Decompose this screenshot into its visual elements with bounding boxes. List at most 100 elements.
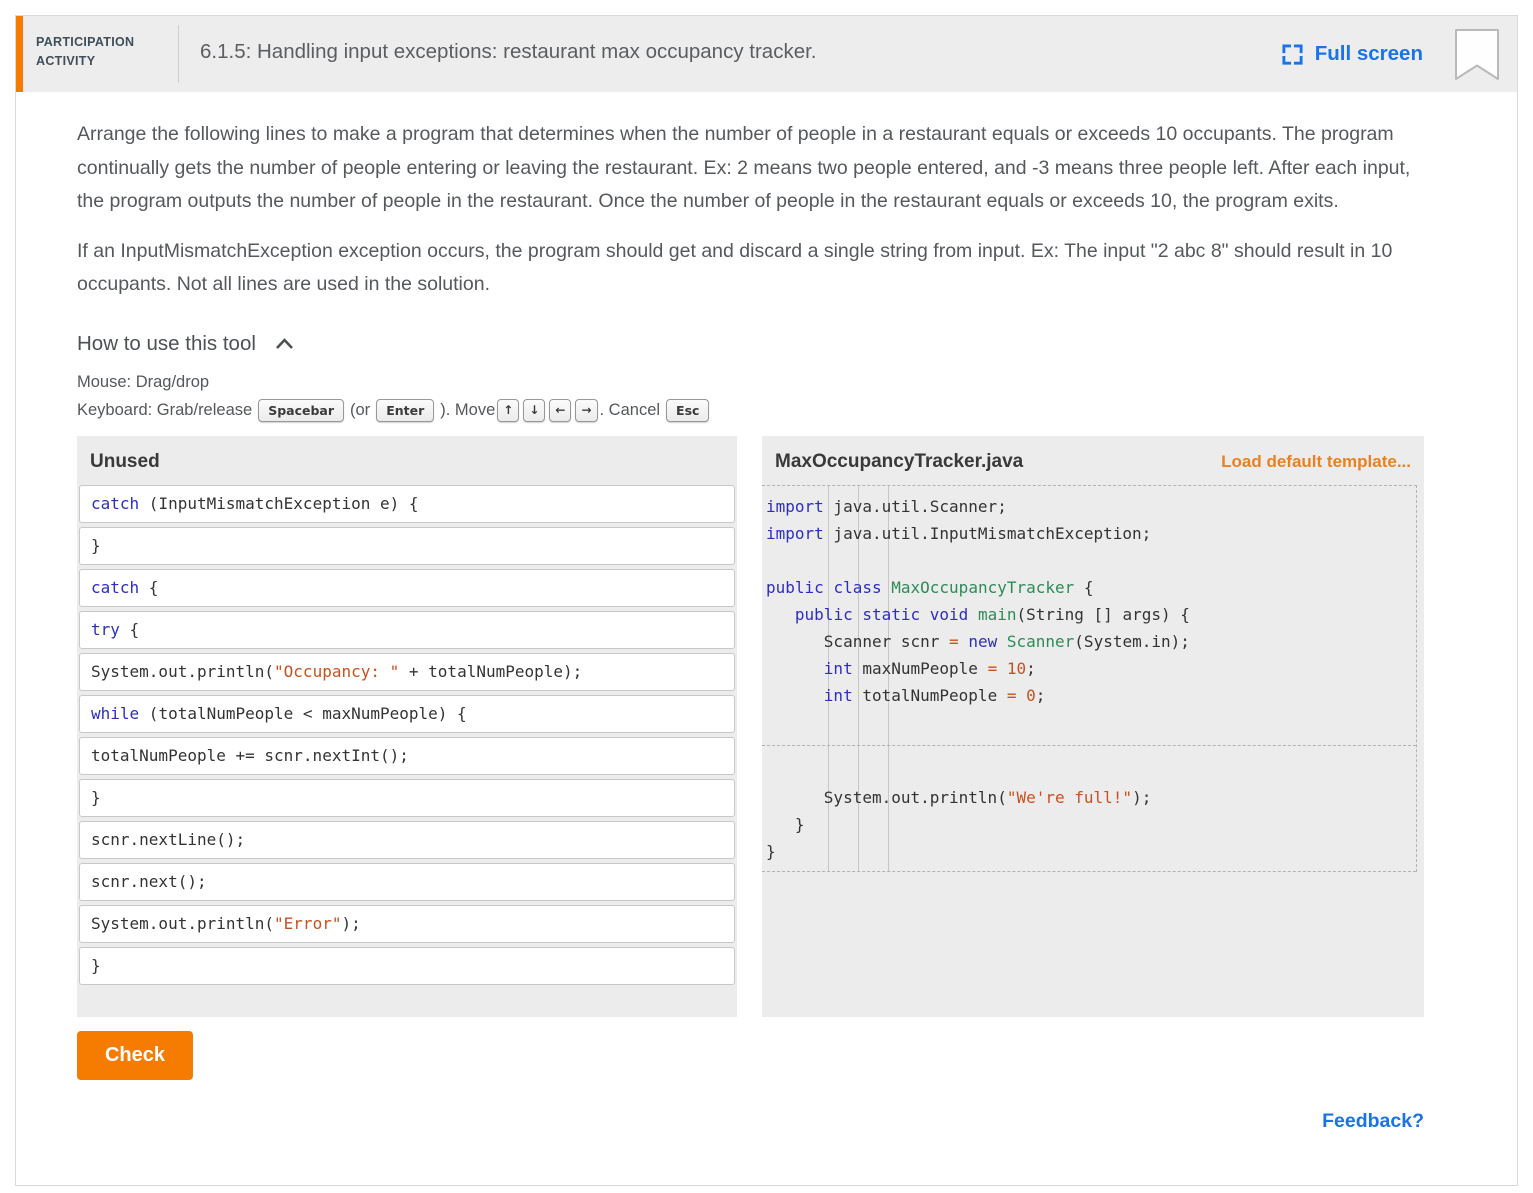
keyboard-help-cancel: . Cancel <box>599 400 661 419</box>
activity-body: Arrange the following lines to make a pr… <box>16 92 1517 1143</box>
instructions-paragraph-2: If an InputMismatchException exception o… <box>77 239 1393 296</box>
code-token-kw: void <box>929 604 969 624</box>
template-code-line: int maxNumPeople = 10; <box>766 655 1416 682</box>
enter-key: Enter <box>376 398 435 422</box>
check-button[interactable]: Check <box>77 1030 193 1080</box>
dropzone-region-2[interactable]: System.out.println("We're full!"); }} <box>762 746 1416 872</box>
arrow-up-key-icon: ↑ <box>497 398 520 422</box>
code-token-plain: } <box>766 841 776 861</box>
code-token-str: "We're full!" <box>1006 787 1133 807</box>
draggable-code-line[interactable]: scnr.nextLine(); <box>79 820 735 859</box>
spacebar-key: Spacebar <box>258 398 345 422</box>
code-token-plain: ); <box>1132 787 1152 807</box>
template-code-line: public class MaxOccupancyTracker { <box>766 574 1416 601</box>
mouse-help-line: Mouse: Drag/drop <box>77 372 210 391</box>
code-token-plain: java.util.Scanner; <box>823 496 1007 516</box>
feedback-row: Feedback? <box>77 1110 1424 1143</box>
fullscreen-button[interactable]: Full screen <box>1281 42 1423 66</box>
code-token-num: 0 <box>1026 685 1036 705</box>
code-token-kw: new <box>968 631 998 651</box>
code-token-type: main <box>977 604 1017 624</box>
draggable-code-line[interactable]: try { <box>79 610 735 649</box>
code-token-plain: System.out.println( <box>766 787 1007 807</box>
code-token-kw: int <box>823 685 853 705</box>
draggable-code-line[interactable]: scnr.next(); <box>79 862 735 901</box>
template-code-line <box>766 547 1416 574</box>
code-token-kw: class <box>833 577 882 597</box>
code-token-kw: while <box>91 703 140 723</box>
template-code-line: import java.util.InputMismatchException; <box>766 520 1416 547</box>
activity-title: 6.1.5: Handling input exceptions: restau… <box>200 40 817 63</box>
code-token-plain: totalNumPeople += scnr.nextInt(); <box>91 745 409 765</box>
feedback-link[interactable]: Feedback? <box>1322 1110 1424 1132</box>
code-token-plain: } <box>766 814 805 834</box>
code-token-type: Scanner <box>1006 631 1075 651</box>
code-token-plain: ); <box>341 913 361 933</box>
code-token-kw: try <box>91 619 120 639</box>
draggable-code-line[interactable]: } <box>79 946 735 985</box>
how-to-use-label: How to use this tool <box>77 331 256 355</box>
unused-lines-area[interactable]: catch (InputMismatchException e) {} catch… <box>77 484 737 985</box>
keyboard-help-move: ). Move <box>440 400 496 419</box>
code-token-plain: } <box>91 787 101 807</box>
code-token-kw: int <box>823 658 853 678</box>
draggable-code-line[interactable]: } <box>79 778 735 817</box>
code-token-plain: } <box>91 535 101 555</box>
code-token-plain: Scanner scnr <box>766 631 950 651</box>
template-code-line: } <box>766 811 1416 838</box>
draggable-code-line[interactable]: while (totalNumPeople < maxNumPeople) { <box>79 694 735 733</box>
template-code-line: System.out.println("We're full!"); <box>766 784 1416 811</box>
load-default-template-link[interactable]: Load default template... <box>1221 452 1411 472</box>
arrow-down-key-icon: ↓ <box>523 398 546 422</box>
chevron-up-icon <box>275 337 294 350</box>
draggable-code-line[interactable]: totalNumPeople += scnr.nextInt(); <box>79 736 735 775</box>
draggable-code-line[interactable]: catch { <box>79 568 735 607</box>
code-token-plain: (System.in); <box>1074 631 1190 651</box>
esc-key: Esc <box>666 398 710 422</box>
dropzone-region-1[interactable]: import java.util.Scanner; import java.uti… <box>762 486 1416 746</box>
code-token-op: = <box>987 658 998 678</box>
draggable-code-line[interactable]: } <box>79 526 735 565</box>
code-token-str: "Error" <box>274 913 342 933</box>
code-token-type: MaxOccupancyTracker <box>891 577 1075 597</box>
bookmark-button[interactable] <box>1453 28 1501 82</box>
arrow-left-key-icon: ← <box>549 398 572 422</box>
fullscreen-label: Full screen <box>1314 42 1423 65</box>
code-token-kw: import <box>766 496 824 516</box>
bookmark-icon <box>1453 28 1501 82</box>
activity-header: PARTICIPATION ACTIVITY 6.1.5: Handling i… <box>16 16 1517 92</box>
unused-panel: Unused catch (InputMismatchException e) … <box>77 435 737 1017</box>
draggable-code-line[interactable]: System.out.println("Error"); <box>79 904 735 943</box>
instructions-paragraph-1: Arrange the following lines to make a pr… <box>77 123 1411 212</box>
code-token-plain: (String [] args) { <box>1016 604 1190 624</box>
code-token-num: 10 <box>1006 658 1027 678</box>
template-code-line: } <box>766 838 1416 865</box>
code-token-str: "Occupancy: " <box>274 661 400 681</box>
participation-activity-label: PARTICIPATION ACTIVITY <box>36 35 135 69</box>
code-token-plain: { <box>1074 577 1094 597</box>
fullscreen-icon <box>1281 43 1304 66</box>
arrow-right-key-icon: → <box>575 398 598 422</box>
template-code-line: public static void main(String [] args) … <box>766 601 1416 628</box>
code-token-plain: scnr.next(); <box>91 871 207 891</box>
template-code-line: import java.util.Scanner; <box>766 493 1416 520</box>
draggable-code-line[interactable]: catch (InputMismatchException e) { <box>79 484 735 523</box>
code-token-plain: scnr.nextLine(); <box>91 829 246 849</box>
code-token-kw: public <box>794 604 853 624</box>
how-to-use-toggle[interactable]: How to use this tool <box>77 332 1424 356</box>
code-token-plain: System.out.println( <box>91 661 275 681</box>
accent-bar <box>16 16 23 92</box>
code-token-plain: (InputMismatchException e) { <box>139 493 419 513</box>
target-panel-header: MaxOccupancyTracker.java Load default te… <box>762 436 1424 485</box>
draggable-code-line[interactable]: System.out.println("Occupancy: " + total… <box>79 652 735 691</box>
code-token-plain: totalNumPeople <box>852 685 1007 705</box>
unused-panel-header: Unused <box>77 436 737 485</box>
code-token-plain: { <box>119 619 140 639</box>
